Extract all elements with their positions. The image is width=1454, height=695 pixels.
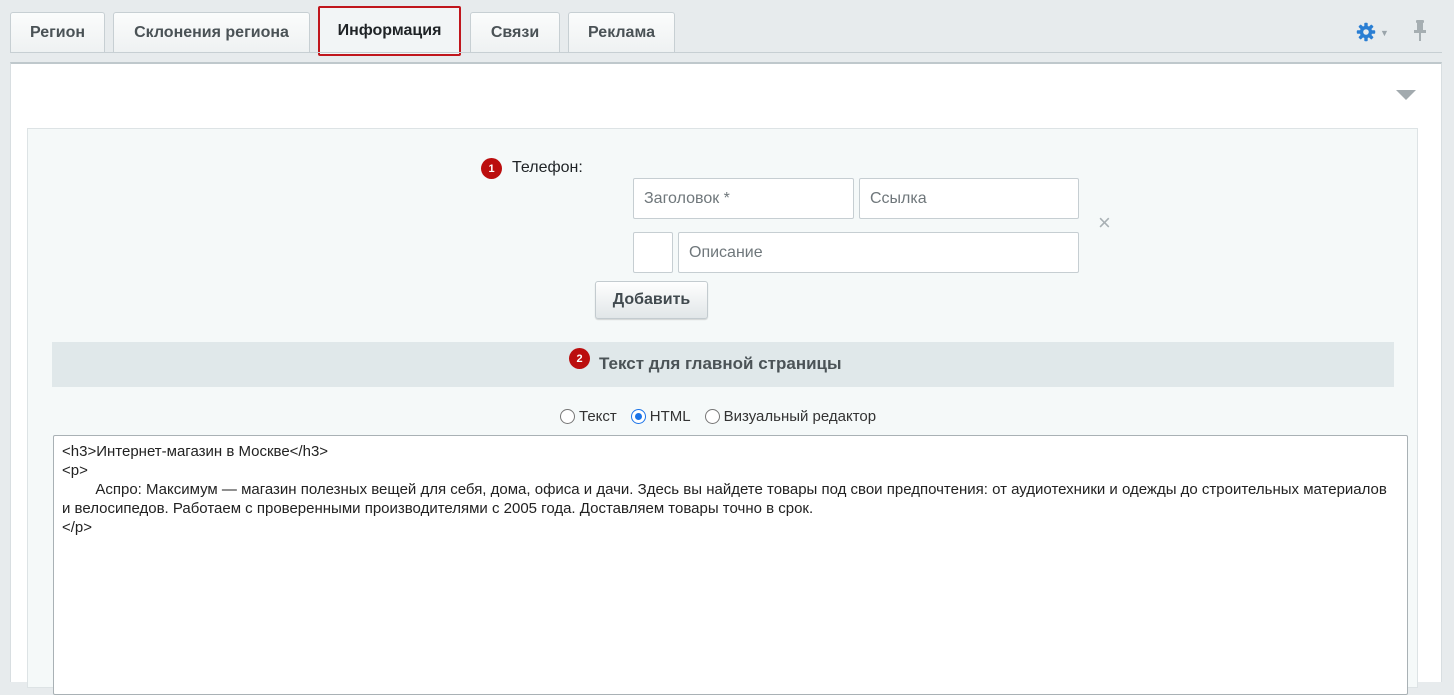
form-container: 1 Телефон: × Добавить 2 Текст для главно… (27, 128, 1418, 695)
phone-link-input[interactable] (859, 178, 1079, 219)
radio-checked-icon (630, 409, 646, 424)
phone-label: Телефон: (512, 159, 583, 176)
tab-information[interactable]: Информация (318, 6, 461, 56)
tab-region[interactable]: Регион (10, 12, 105, 53)
phone-description-input[interactable] (678, 232, 1079, 273)
tab-links[interactable]: Связи (470, 12, 560, 53)
chevron-down-icon: ▼ (1380, 28, 1389, 38)
mode-text-radio[interactable]: Текст (560, 408, 617, 425)
tab-advertising[interactable]: Реклама (568, 12, 675, 53)
html-editor-textarea[interactable]: <h3>Интернет-магазин в Москве</h3> <p> А… (53, 435, 1408, 695)
editor-mode-selector: Текст HTML Визуальный редактор (560, 408, 890, 425)
information-panel: 1 Телефон: × Добавить 2 Текст для главно… (10, 62, 1442, 695)
close-icon[interactable]: × (1098, 212, 1111, 234)
add-button[interactable]: Добавить (595, 281, 708, 319)
main-text-section-header: 2 Текст для главной страницы (52, 342, 1394, 387)
radio-unchecked-icon (560, 409, 575, 424)
phone-icon-picker[interactable] (633, 232, 673, 273)
tab-bar-divider (10, 52, 1442, 53)
mode-html-label: HTML (649, 408, 691, 425)
radio-unchecked-icon (704, 409, 720, 424)
mode-text-label: Текст (579, 408, 617, 425)
tab-region-declensions[interactable]: Склонения региона (113, 12, 310, 53)
phone-badge: 1 (481, 158, 502, 179)
mode-visual-label: Визуальный редактор (723, 408, 877, 425)
triangle-down-icon[interactable] (1395, 89, 1417, 101)
gear-icon (1356, 22, 1376, 42)
mode-visual-radio[interactable]: Визуальный редактор (704, 408, 877, 425)
pin-icon[interactable] (1410, 19, 1430, 43)
main-text-badge: 2 (569, 348, 590, 369)
phone-title-input[interactable] (633, 178, 854, 219)
settings-menu-button[interactable]: ▼ (1356, 20, 1396, 44)
mode-html-radio[interactable]: HTML (630, 408, 691, 425)
section-title: Текст для главной страницы (599, 354, 842, 373)
tab-bar: Регион Склонения региона Информация Связ… (0, 0, 1454, 62)
